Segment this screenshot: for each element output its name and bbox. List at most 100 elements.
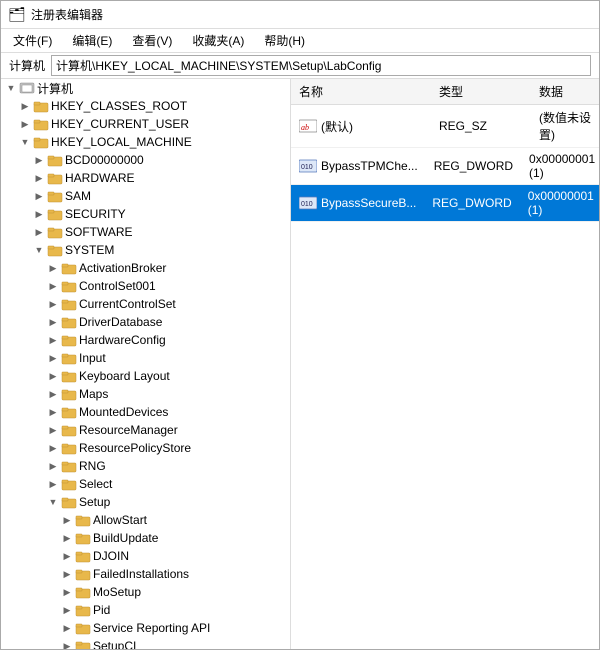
tree-item-input[interactable]: ▶Input — [1, 349, 290, 367]
menu-view[interactable]: 查看(V) — [128, 31, 176, 50]
tree-item-hklm[interactable]: ▼HKEY_LOCAL_MACHINE — [1, 133, 290, 151]
expand-btn-maps[interactable]: ▶ — [45, 386, 61, 402]
folder-icon-setup — [61, 495, 77, 509]
expand-btn-resourcemanager[interactable]: ▶ — [45, 422, 61, 438]
tree-label-software_hklm: SOFTWARE — [65, 225, 133, 239]
tree-label-failedinstallations: FailedInstallations — [93, 567, 189, 581]
tree-item-setup[interactable]: ▼Setup — [1, 493, 290, 511]
folder-icon-rng — [61, 459, 77, 473]
tree-item-mosetup[interactable]: ▶MoSetup — [1, 583, 290, 601]
detail-type-bypasssecure: REG_DWORD — [424, 194, 519, 212]
detail-name-text-default: (默认) — [321, 118, 353, 135]
tree-item-resourcepolicystore[interactable]: ▶ResourcePolicyStore — [1, 439, 290, 457]
tree-item-maps[interactable]: ▶ Maps — [1, 385, 290, 403]
expand-btn-mounteddevices[interactable]: ▶ — [45, 404, 61, 420]
tree-item-software_hklm[interactable]: ▶ SOFTWARE — [1, 223, 290, 241]
expand-btn-currentcontrolset[interactable]: ▶ — [45, 296, 61, 312]
expand-btn-hkcu[interactable]: ▶ — [17, 116, 33, 132]
folder-icon-input — [61, 351, 77, 365]
tree-item-failedinstallations[interactable]: ▶ FailedInstallations — [1, 565, 290, 583]
detail-row-bypasssecure[interactable]: 010BypassSecureB...REG_DWORD0x00000001 (… — [291, 185, 599, 222]
expand-btn-input[interactable]: ▶ — [45, 350, 61, 366]
tree-label-hardwareconfig: HardwareConfig — [79, 333, 166, 347]
tree-item-resourcemanager[interactable]: ▶ResourceManager — [1, 421, 290, 439]
folder-icon-hardwareconfig — [61, 333, 77, 347]
tree-item-driverdatabase[interactable]: ▶DriverDatabase — [1, 313, 290, 331]
folder-icon-sam — [47, 189, 63, 203]
tree-item-buildupdate[interactable]: ▶BuildUpdate — [1, 529, 290, 547]
expand-btn-driverdatabase[interactable]: ▶ — [45, 314, 61, 330]
expand-btn-failedinstallations[interactable]: ▶ — [59, 566, 75, 582]
expand-btn-resourcepolicystore[interactable]: ▶ — [45, 440, 61, 456]
detail-row-bypasstpm[interactable]: 010BypassTPMChe...REG_DWORD0x00000001 (1… — [291, 148, 599, 185]
expand-btn-rng[interactable]: ▶ — [45, 458, 61, 474]
tree-label-hardware: HARDWARE — [65, 171, 135, 185]
expand-btn-hardware[interactable]: ▶ — [31, 170, 47, 186]
title-bar: 🗂 注册表编辑器 — [1, 1, 599, 29]
folder-icon-maps — [61, 387, 77, 401]
folder-icon-security — [47, 207, 63, 221]
expand-btn-allowstart[interactable]: ▶ — [59, 512, 75, 528]
expand-btn-hkcr[interactable]: ▶ — [17, 98, 33, 114]
tree-item-allowstart[interactable]: ▶AllowStart — [1, 511, 290, 529]
tree-item-rng[interactable]: ▶RNG — [1, 457, 290, 475]
tree-item-controlset001[interactable]: ▶ ControlSet001 — [1, 277, 290, 295]
expand-btn-hklm[interactable]: ▼ — [17, 134, 33, 150]
tree-item-servicereportingapi[interactable]: ▶ Service Reporting API — [1, 619, 290, 637]
tree-label-djoin: DJOIN — [93, 549, 129, 563]
expand-btn-controlset001[interactable]: ▶ — [45, 278, 61, 294]
tree-item-mounteddevices[interactable]: ▶MountedDevices — [1, 403, 290, 421]
header-type: 类型 — [431, 81, 531, 102]
tree-item-bcd[interactable]: ▶BCD00000000 — [1, 151, 290, 169]
menu-help[interactable]: 帮助(H) — [260, 31, 309, 50]
detail-name-bypasssecure: 010BypassSecureB... — [291, 194, 424, 212]
main-content: ▼计算机▶HKEY_CLASSES_ROOT▶HKEY_CURRENT_USER… — [1, 79, 599, 649]
folder-icon-select — [61, 477, 77, 491]
registry-tree[interactable]: ▼计算机▶HKEY_CLASSES_ROOT▶HKEY_CURRENT_USER… — [1, 79, 291, 649]
expand-btn-sam[interactable]: ▶ — [31, 188, 47, 204]
expand-btn-software_hklm[interactable]: ▶ — [31, 224, 47, 240]
expand-btn-servicereportingapi[interactable]: ▶ — [59, 620, 75, 636]
tree-item-keyboardlayout[interactable]: ▶Keyboard Layout — [1, 367, 290, 385]
tree-item-djoin[interactable]: ▶ DJOIN — [1, 547, 290, 565]
tree-item-activationbroker[interactable]: ▶ActivationBroker — [1, 259, 290, 277]
expand-btn-hardwareconfig[interactable]: ▶ — [45, 332, 61, 348]
detail-name-text-bypasstpm: BypassTPMChe... — [321, 159, 418, 173]
expand-btn-djoin[interactable]: ▶ — [59, 548, 75, 564]
folder-icon-allowstart — [75, 513, 91, 527]
expand-btn-activationbroker[interactable]: ▶ — [45, 260, 61, 276]
expand-btn-computer[interactable]: ▼ — [3, 80, 19, 96]
tree-item-hkcu[interactable]: ▶HKEY_CURRENT_USER — [1, 115, 290, 133]
tree-label-maps: Maps — [79, 387, 108, 401]
tree-item-sam[interactable]: ▶SAM — [1, 187, 290, 205]
expand-btn-system[interactable]: ▼ — [31, 242, 47, 258]
menu-file[interactable]: 文件(F) — [9, 31, 56, 50]
tree-item-system[interactable]: ▼SYSTEM — [1, 241, 290, 259]
tree-item-hkcr[interactable]: ▶ HKEY_CLASSES_ROOT — [1, 97, 290, 115]
menu-favorites[interactable]: 收藏夹(A) — [188, 31, 248, 50]
detail-row-default[interactable]: ab(默认)REG_SZ(数值未设置) — [291, 105, 599, 148]
expand-btn-setupci[interactable]: ▶ — [59, 638, 75, 649]
expand-btn-mosetup[interactable]: ▶ — [59, 584, 75, 600]
tree-item-setupci[interactable]: ▶SetupCI — [1, 637, 290, 649]
expand-btn-bcd[interactable]: ▶ — [31, 152, 47, 168]
tree-item-currentcontrolset[interactable]: ▶CurrentControlSet — [1, 295, 290, 313]
menu-edit[interactable]: 编辑(E) — [68, 31, 116, 50]
address-path[interactable]: 计算机\HKEY_LOCAL_MACHINE\SYSTEM\Setup\LabC… — [51, 55, 591, 76]
tree-item-select[interactable]: ▶Select — [1, 475, 290, 493]
expand-btn-select[interactable]: ▶ — [45, 476, 61, 492]
expand-btn-buildupdate[interactable]: ▶ — [59, 530, 75, 546]
expand-btn-keyboardlayout[interactable]: ▶ — [45, 368, 61, 384]
tree-item-pid[interactable]: ▶Pid — [1, 601, 290, 619]
expand-btn-pid[interactable]: ▶ — [59, 602, 75, 618]
folder-icon-system — [47, 243, 63, 257]
expand-btn-security[interactable]: ▶ — [31, 206, 47, 222]
tree-item-hardwareconfig[interactable]: ▶ HardwareConfig — [1, 331, 290, 349]
tree-label-controlset001: ControlSet001 — [79, 279, 156, 293]
tree-label-servicereportingapi: Service Reporting API — [93, 621, 210, 635]
tree-label-hkcr: HKEY_CLASSES_ROOT — [51, 99, 187, 113]
tree-item-computer[interactable]: ▼计算机 — [1, 79, 290, 97]
tree-item-hardware[interactable]: ▶ HARDWARE — [1, 169, 290, 187]
expand-btn-setup[interactable]: ▼ — [45, 494, 61, 510]
tree-item-security[interactable]: ▶SECURITY — [1, 205, 290, 223]
